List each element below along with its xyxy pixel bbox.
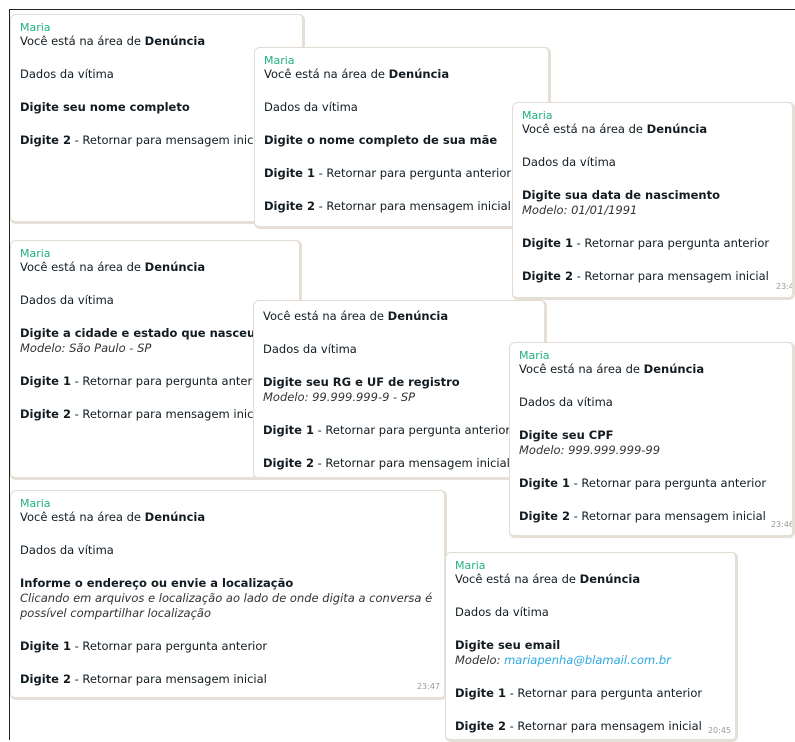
section-label: Dados da vítima <box>20 543 114 557</box>
message-bubble: Maria Você está na área de Denúncia Dado… <box>10 490 447 700</box>
message-bubble: Você está na área de Denúncia Dados da v… <box>253 300 547 480</box>
area-line: Você está na área de Denúncia <box>263 309 449 323</box>
prompt-example: Modelo: 99.999.999-9 - SP <box>263 390 416 404</box>
section-label: Dados da vítima <box>519 395 613 409</box>
prompt-text: Digite seu RG e UF de registro <box>263 375 460 389</box>
option-back: Digite 1 - Retornar para pergunta anteri… <box>263 423 511 437</box>
option-back: Digite 1 - Retornar para pergunta anteri… <box>264 166 512 180</box>
area-line: Você está na área de Denúncia <box>20 510 206 524</box>
prompt-example: Clicando em arquivos e localização ao la… <box>20 591 433 620</box>
sender-name: Maria <box>519 349 550 362</box>
sender-name: Maria <box>20 21 51 34</box>
section-label: Dados da vítima <box>263 342 357 356</box>
sender-name: Maria <box>20 497 51 510</box>
sender-name: Maria <box>455 559 486 572</box>
option-home: Digite 2 - Retornar para mensagem inicia… <box>20 672 267 686</box>
area-line: Você está na área de Denúncia <box>522 122 708 136</box>
area-line: Você está na área de Denúncia <box>264 67 450 81</box>
prompt-example: Modelo: 999.999.999-99 <box>519 443 661 457</box>
message-bubble: Maria Você está na área de Denúncia Dado… <box>512 102 795 300</box>
area-line: Você está na área de Denúncia <box>20 34 206 48</box>
option-back: Digite 1 - Retornar para pergunta anteri… <box>20 639 268 653</box>
sender-name: Maria <box>522 109 553 122</box>
option-home: Digite 2 - Retornar para mensagem inicia… <box>519 509 766 523</box>
sender-name: Maria <box>264 54 295 67</box>
message-bubble: Maria Você está na área de Denúncia Dado… <box>254 47 551 229</box>
option-home: Digite 2 - Retornar para mensagem inicia… <box>455 719 702 733</box>
prompt-text: Digite o nome completo de sua mãe <box>264 133 498 147</box>
email-link[interactable]: mariapenha@blamail.com.br <box>504 653 671 667</box>
prompt-text: Digite seu email <box>455 638 561 652</box>
section-label: Dados da vítima <box>455 605 549 619</box>
area-line: Você está na área de Denúncia <box>519 362 705 376</box>
area-line: Você está na área de Denúncia <box>20 260 206 274</box>
prompt-example: Modelo: mariapenha@blamail.com.br <box>455 653 671 667</box>
option-home: Digite 2 - Retornar para mensagem inicia… <box>263 456 510 470</box>
prompt-example: Modelo: 01/01/1991 <box>522 203 638 217</box>
message-time: 20:45 <box>707 726 731 735</box>
option-back: Digite 1 - Retornar para pergunta anteri… <box>522 236 770 250</box>
message-time: 23:46 <box>770 520 794 529</box>
option-back: Digite 1 - Retornar para pergunta anteri… <box>455 686 703 700</box>
option-home: Digite 2 - Retornar para mensagem inicia… <box>522 269 769 283</box>
section-label: Dados da vítima <box>522 155 616 169</box>
option-back: Digite 1 - Retornar para pergunta anteri… <box>519 476 767 490</box>
message-bubble: Maria Você está na área de Denúncia Dado… <box>445 552 738 742</box>
sender-name: Maria <box>20 247 51 260</box>
area-line: Você está na área de Denúncia <box>455 572 641 586</box>
prompt-text: Digite sua data de nascimento <box>522 188 720 202</box>
message-bubble: Maria Você está na área de Denúncia Dado… <box>509 342 795 538</box>
message-time: 23:47 <box>416 682 440 691</box>
prompt-text: Digite seu CPF <box>519 428 614 442</box>
message-time: 23:4 <box>776 282 794 291</box>
prompt-text: Informe o endereço ou envie a localizaçã… <box>20 576 294 590</box>
option-home: Digite 2 - Retornar para mensagem inicia… <box>264 199 511 213</box>
section-label: Dados da vítima <box>264 100 358 114</box>
